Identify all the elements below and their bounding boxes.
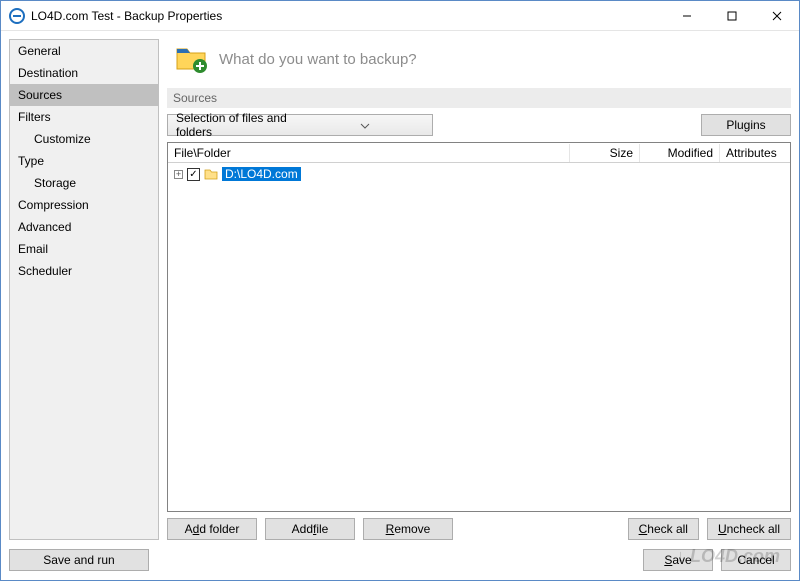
sidebar-item-filters[interactable]: Filters bbox=[10, 106, 158, 128]
col-file-folder[interactable]: File\Folder bbox=[168, 144, 570, 162]
col-modified[interactable]: Modified bbox=[640, 144, 720, 162]
file-list-header: File\Folder Size Modified Attributes bbox=[168, 143, 790, 163]
sidebar-item-customize[interactable]: Customize bbox=[10, 128, 158, 150]
titlebar-controls bbox=[664, 1, 799, 30]
sidebar-item-destination[interactable]: Destination bbox=[10, 62, 158, 84]
section-label: Sources bbox=[167, 88, 791, 108]
folder-add-icon bbox=[175, 43, 209, 76]
main-panel: What do you want to backup? Sources Sele… bbox=[167, 39, 791, 540]
app-icon bbox=[9, 8, 25, 24]
titlebar: LO4D.com Test - Backup Properties bbox=[1, 1, 799, 31]
sidebar-item-sources[interactable]: Sources bbox=[10, 84, 158, 106]
add-file-button[interactable]: Add file bbox=[265, 518, 355, 540]
maximize-button[interactable] bbox=[709, 1, 754, 30]
sidebar-item-compression[interactable]: Compression bbox=[10, 194, 158, 216]
remove-button[interactable]: Remove bbox=[363, 518, 453, 540]
plugins-button[interactable]: Plugins bbox=[701, 114, 791, 136]
body: GeneralDestinationSourcesFiltersCustomiz… bbox=[1, 31, 799, 548]
sidebar-item-general[interactable]: General bbox=[10, 40, 158, 62]
window-title: LO4D.com Test - Backup Properties bbox=[31, 9, 664, 23]
cancel-button[interactable]: Cancel bbox=[721, 549, 791, 571]
save-and-run-button[interactable]: Save and run bbox=[9, 549, 149, 571]
sidebar: GeneralDestinationSourcesFiltersCustomiz… bbox=[9, 39, 159, 540]
col-size[interactable]: Size bbox=[570, 144, 640, 162]
file-list-body[interactable]: + ✓ D:\LO4D.com bbox=[168, 163, 790, 511]
header-row: What do you want to backup? bbox=[167, 39, 791, 86]
selector-row: Selection of files and folders Plugins bbox=[167, 114, 791, 136]
file-list: File\Folder Size Modified Attributes + ✓ D… bbox=[167, 142, 791, 512]
prompt-text: What do you want to backup? bbox=[219, 51, 417, 68]
close-button[interactable] bbox=[754, 1, 799, 30]
file-row-label: D:\LO4D.com bbox=[222, 167, 301, 181]
sidebar-item-advanced[interactable]: Advanced bbox=[10, 216, 158, 238]
chevron-down-icon bbox=[302, 118, 428, 132]
checkbox[interactable]: ✓ bbox=[187, 168, 200, 181]
sidebar-list: GeneralDestinationSourcesFiltersCustomiz… bbox=[10, 40, 158, 539]
sidebar-item-type[interactable]: Type bbox=[10, 150, 158, 172]
sidebar-item-storage[interactable]: Storage bbox=[10, 172, 158, 194]
folder-icon bbox=[204, 167, 218, 181]
sidebar-item-email[interactable]: Email bbox=[10, 238, 158, 260]
expand-icon[interactable]: + bbox=[174, 170, 183, 179]
save-button[interactable]: Save bbox=[643, 549, 713, 571]
source-type-dropdown[interactable]: Selection of files and folders bbox=[167, 114, 433, 136]
add-folder-button[interactable]: Add folder bbox=[167, 518, 257, 540]
sidebar-item-scheduler[interactable]: Scheduler bbox=[10, 260, 158, 282]
file-row[interactable]: + ✓ D:\LO4D.com bbox=[168, 165, 790, 183]
col-attributes[interactable]: Attributes bbox=[720, 144, 790, 162]
backup-properties-window: LO4D.com Test - Backup Properties Genera… bbox=[0, 0, 800, 581]
action-row: Add folder Add file Remove Check all Unc… bbox=[167, 518, 791, 540]
uncheck-all-button[interactable]: Uncheck all bbox=[707, 518, 791, 540]
check-all-button[interactable]: Check all bbox=[628, 518, 699, 540]
footer: Save and run Save Cancel bbox=[1, 548, 799, 580]
minimize-button[interactable] bbox=[664, 1, 709, 30]
dropdown-value: Selection of files and folders bbox=[176, 111, 302, 139]
